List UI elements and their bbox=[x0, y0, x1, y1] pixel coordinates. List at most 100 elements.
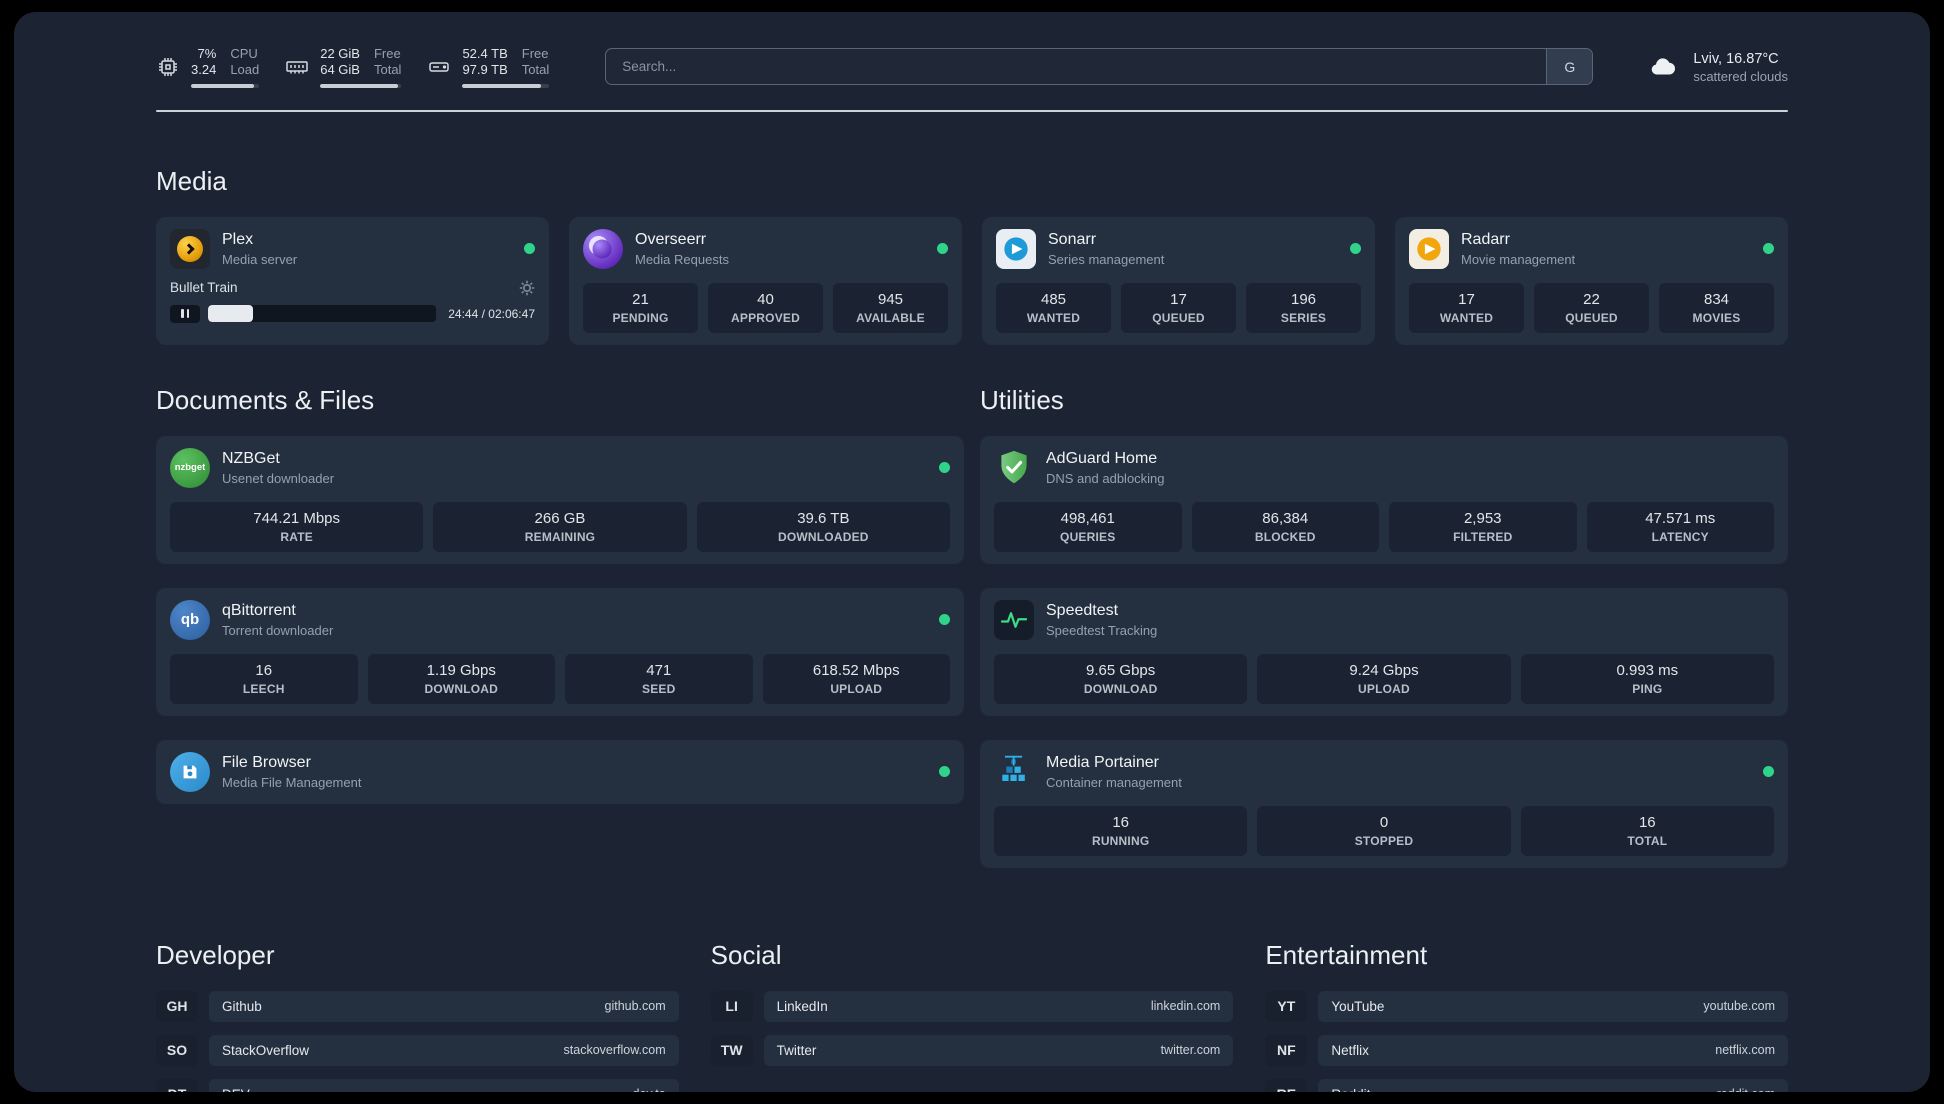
app-subtitle: Media Requests bbox=[635, 252, 729, 268]
memory-free-value: 22 GiB bbox=[320, 46, 360, 61]
disk-widget: 52.4 TB 97.9 TB Free Total bbox=[427, 46, 550, 88]
app-card-adguard[interactable]: AdGuard Home DNS and adblocking 498,461 … bbox=[980, 435, 1788, 564]
stat: 22 QUEUED bbox=[1534, 282, 1649, 333]
bookmark-url: netflix.com bbox=[1715, 1043, 1775, 1057]
stat: 0.993 ms PING bbox=[1520, 653, 1774, 704]
bookmark-name: LinkedIn bbox=[776, 998, 828, 1014]
bookmark-netflix[interactable]: NF Netflix netflix.com bbox=[1265, 1034, 1788, 1066]
bookmark-abbr: GH bbox=[156, 990, 198, 1022]
app-card-overseerr[interactable]: Overseerr Media Requests 21 PENDING 40 A… bbox=[569, 216, 962, 345]
app-name: Plex bbox=[222, 230, 254, 248]
app-subtitle: Usenet downloader bbox=[222, 471, 335, 487]
filebrowser-icon bbox=[170, 751, 210, 792]
app-card-sonarr[interactable]: Sonarr Series management 485 WANTED 17 Q… bbox=[982, 216, 1375, 345]
section-title-entertainment: Entertainment bbox=[1265, 939, 1428, 970]
sonarr-icon bbox=[996, 228, 1036, 269]
dashboard-app: 7% 3.24 CPU Load 22 GiB 64 GiB Free Tota… bbox=[14, 12, 1930, 1092]
memory-widget: 22 GiB 64 GiB Free Total bbox=[285, 46, 402, 88]
section-title-utilities: Utilities bbox=[980, 384, 1064, 415]
bookmark-linkedin[interactable]: LI LinkedIn linkedin.com bbox=[710, 990, 1234, 1022]
search-bar: G bbox=[605, 48, 1594, 86]
playback-progress-bar[interactable] bbox=[208, 305, 437, 322]
app-card-radarr[interactable]: Radarr Movie management 17 WANTED 22 QUE… bbox=[1395, 216, 1788, 345]
status-dot bbox=[937, 243, 948, 254]
disk-total-value: 97.9 TB bbox=[462, 62, 508, 78]
stat: 834 MOVIES bbox=[1659, 282, 1774, 333]
section-title-social: Social bbox=[710, 939, 782, 970]
bookmark-name: Github bbox=[222, 998, 262, 1014]
weather-condition: scattered clouds bbox=[1693, 68, 1788, 84]
search-input[interactable] bbox=[606, 49, 1547, 85]
overseerr-icon bbox=[583, 228, 623, 269]
stat: 17 WANTED bbox=[1409, 282, 1524, 333]
status-dot bbox=[939, 766, 950, 777]
app-subtitle: Series management bbox=[1048, 252, 1165, 268]
qbittorrent-icon: qb bbox=[170, 599, 210, 640]
status-dot bbox=[1350, 243, 1361, 254]
disk-usage-bar bbox=[462, 83, 550, 88]
bookmark-youtube[interactable]: YT YouTube youtube.com bbox=[1265, 990, 1788, 1022]
stat: 485 WANTED bbox=[996, 282, 1111, 333]
section-documents: Documents & Files nzbget NZBGet Usenet d… bbox=[156, 385, 964, 804]
bookmark-reddit[interactable]: RE Reddit reddit.com bbox=[1265, 1078, 1788, 1093]
app-card-nzbget[interactable]: nzbget NZBGet Usenet downloader 744.21 M… bbox=[156, 435, 964, 564]
app-card-speedtest[interactable]: Speedtest Speedtest Tracking 9.65 Gbps D… bbox=[980, 587, 1788, 716]
stat: 1.19 Gbps DOWNLOAD bbox=[367, 653, 555, 704]
disk-icon bbox=[429, 62, 450, 72]
stat: 196 SERIES bbox=[1246, 282, 1361, 333]
bookmark-url: twitter.com bbox=[1160, 1043, 1221, 1057]
stat: 39.6 TB DOWNLOADED bbox=[696, 501, 950, 552]
bookmark-dev[interactable]: DT DEV dev.to bbox=[156, 1078, 679, 1093]
app-name: Media Portainer bbox=[1046, 753, 1159, 771]
app-subtitle: Media server bbox=[222, 252, 298, 268]
app-card-qbittorrent[interactable]: qb qBittorrent Torrent downloader 16 LEE… bbox=[156, 587, 964, 716]
app-subtitle: Speedtest Tracking bbox=[1046, 623, 1158, 639]
pause-button[interactable] bbox=[170, 304, 200, 323]
app-subtitle: Container management bbox=[1046, 775, 1182, 791]
cpu-icon bbox=[159, 57, 177, 76]
app-card-plex[interactable]: Plex Media server Bullet Train 24:44 / 0… bbox=[156, 216, 549, 345]
bookmark-url: stackoverflow.com bbox=[563, 1043, 666, 1057]
stat: 471 SEED bbox=[565, 653, 753, 704]
stat: 16 TOTAL bbox=[1520, 805, 1774, 856]
stat: 266 GB REMAINING bbox=[433, 501, 687, 552]
app-subtitle: Torrent downloader bbox=[222, 623, 334, 639]
bookmark-name: Twitter bbox=[776, 1042, 817, 1058]
stat: 86,384 BLOCKED bbox=[1191, 501, 1379, 552]
stat: 16 RUNNING bbox=[994, 805, 1248, 856]
section-title-developer: Developer bbox=[156, 939, 275, 970]
stat: 21 PENDING bbox=[583, 282, 698, 333]
plex-icon bbox=[170, 228, 210, 269]
bookmark-name: Reddit bbox=[1331, 1087, 1370, 1093]
cloud-icon bbox=[1652, 58, 1676, 75]
app-name: Radarr bbox=[1461, 230, 1510, 248]
bookmark-twitter[interactable]: TW Twitter twitter.com bbox=[710, 1034, 1234, 1066]
gear-icon[interactable] bbox=[519, 280, 535, 296]
section-title-documents: Documents & Files bbox=[156, 384, 375, 415]
bookmark-github[interactable]: GH Github github.com bbox=[156, 990, 679, 1022]
memory-usage-bar bbox=[320, 83, 402, 88]
bookmark-stackoverflow[interactable]: SO StackOverflow stackoverflow.com bbox=[156, 1034, 679, 1066]
topbar-divider bbox=[156, 109, 1788, 112]
cpu-widget: 7% 3.24 CPU Load bbox=[156, 46, 260, 88]
bookmark-abbr: SO bbox=[156, 1034, 198, 1066]
search-provider-button[interactable]: G bbox=[1546, 49, 1593, 85]
app-name: Speedtest bbox=[1046, 601, 1119, 619]
app-name: Overseerr bbox=[635, 230, 707, 248]
bookmark-group-social: Social LI LinkedIn linkedin.com TW Twitt… bbox=[710, 939, 1234, 1093]
status-dot bbox=[1763, 243, 1774, 254]
memory-total-value: 64 GiB bbox=[320, 62, 360, 78]
bookmark-url: youtube.com bbox=[1703, 999, 1775, 1013]
stat: 47.571 ms LATENCY bbox=[1586, 501, 1774, 552]
cpu-load-value: 3.24 bbox=[191, 62, 217, 78]
app-name: NZBGet bbox=[222, 449, 280, 467]
playback-time: 24:44 / 02:06:47 bbox=[448, 306, 535, 321]
app-card-filebrowser[interactable]: File Browser Media File Management bbox=[156, 739, 964, 804]
bookmark-url: reddit.com bbox=[1717, 1087, 1775, 1092]
disk-total-label: Total bbox=[521, 62, 550, 78]
app-card-portainer[interactable]: Media Portainer Container management 16 … bbox=[980, 739, 1788, 868]
section-title-media: Media bbox=[156, 165, 227, 196]
bookmark-name: DEV bbox=[222, 1087, 250, 1093]
cpu-load-label: Load bbox=[230, 62, 260, 78]
nzbget-icon: nzbget bbox=[170, 447, 210, 488]
